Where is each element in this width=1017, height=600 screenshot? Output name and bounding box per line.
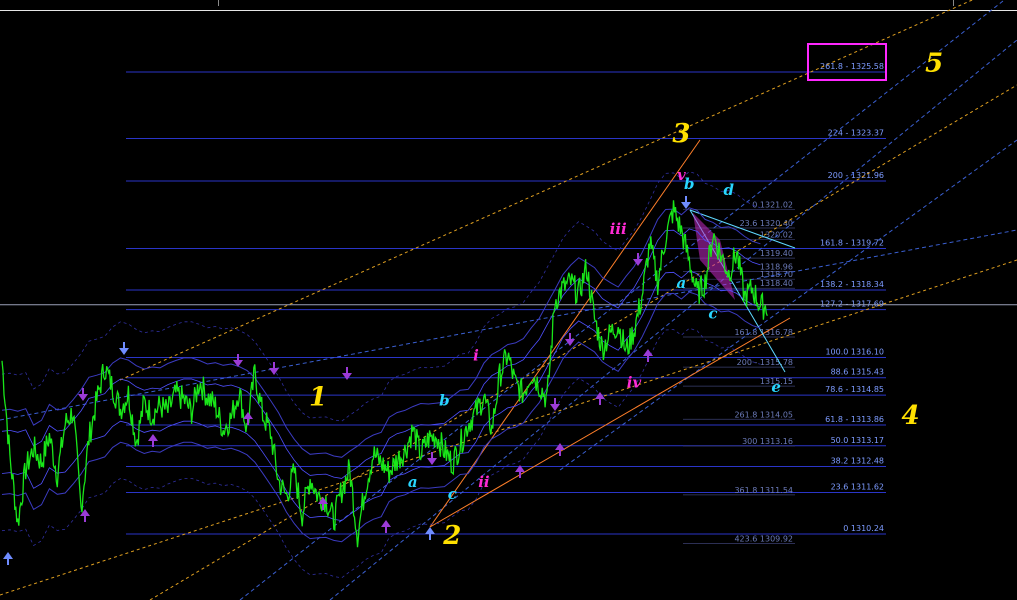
wave-label-cyan: a [408, 473, 418, 491]
fib-inner-label: 200 - 1315.78 [737, 358, 793, 367]
channel-dashed-orange [0, 259, 1017, 596]
wave-label-major: 1 [309, 383, 327, 413]
fib-inner-label: 300 1313.16 [742, 437, 793, 446]
arrow-head [78, 394, 88, 401]
fib-level-label: 38.2 1312.48 [831, 457, 884, 466]
wave-label-magenta: i [473, 347, 479, 365]
wave-label-cyan: d [724, 181, 735, 199]
fib-inner-label: 423.6 1309.92 [734, 535, 793, 544]
envelope-band [1, 270, 761, 522]
fib-level-label: 261.8 - 1325.58 [820, 62, 884, 71]
fib-level-label: 23.6 1311.62 [831, 482, 884, 491]
wave-label-major: 3 [672, 119, 690, 149]
fractal-up-arrow [595, 392, 605, 405]
wave-label-major: 2 [442, 521, 461, 551]
arrow-head [233, 360, 243, 367]
arrow-head [381, 520, 391, 527]
fractal-up-arrow [381, 520, 391, 533]
arrow-head [550, 404, 560, 411]
wave-label-magenta: iii [610, 220, 627, 238]
wave-label-cyan: c [708, 304, 717, 322]
arrow-head [342, 373, 352, 380]
fib-level-label: 200 - 1321.96 [828, 171, 884, 180]
fib-level-label: 100.0 1316.10 [825, 348, 884, 357]
wave-label-cyan: a [677, 274, 687, 292]
fib-level-label: 50.0 1313.17 [831, 436, 884, 445]
channel-orange-upper [429, 139, 701, 528]
fib-inner-label: 0 1321.02 [752, 200, 793, 209]
wave-label-magenta: iv [627, 374, 642, 392]
envelope-band [1, 291, 761, 543]
envelope-bands [1, 171, 761, 579]
elliott-wave-chart[interactable]: 261.8 - 1325.58 224 - 1323.37 200 - 1321.9… [0, 0, 1017, 600]
fractal-down-arrow [633, 253, 643, 266]
fractal-down-arrow [550, 398, 560, 411]
fib-inner-label: 361.8 1311.54 [734, 486, 793, 495]
fractal-down-arrow [681, 196, 691, 209]
fib-level-label: 224 - 1323.37 [828, 129, 884, 138]
fractal-up-arrow [643, 349, 653, 362]
fib-inner-label: 1319.40 [760, 249, 793, 258]
arrow-head [243, 412, 253, 419]
arrow-head [565, 339, 575, 346]
fib-inner-label: 261.8 1314.05 [734, 410, 793, 419]
wave-label-major: 5 [925, 48, 943, 78]
envelope-band [1, 207, 761, 458]
fractal-up-arrow [3, 552, 13, 565]
fib-level-label: 78.6 - 1314.85 [825, 385, 884, 394]
envelope-band [1, 171, 761, 422]
wave-label-magenta: ii [478, 473, 490, 491]
fib-inner-label: 23.6 1320.40 [740, 219, 793, 228]
fibonacci-levels: 261.8 - 1325.58 224 - 1323.37 200 - 1321.9… [0, 62, 1017, 544]
arrow-head [269, 368, 279, 375]
fib-inner-label: 1318.40 [760, 279, 793, 288]
fractal-arrows [3, 196, 691, 565]
arrow-head [643, 349, 653, 356]
arrow-head [119, 348, 129, 355]
fib-level-label: 138.2 - 1318.34 [820, 280, 884, 289]
fib-level-label: 61.8 - 1313.86 [825, 415, 884, 424]
wave-label-cyan: b [439, 392, 450, 410]
fractal-up-arrow [148, 434, 158, 447]
fib-level-label: 88.6 1315.43 [831, 368, 884, 377]
arrow-head [427, 458, 437, 465]
fractal-up-arrow [425, 527, 435, 540]
arrow-head [555, 443, 565, 450]
channel-dashed-orange [149, 84, 1017, 600]
wave-label-cyan: b [684, 175, 695, 193]
channel-dashed-orange [119, 0, 974, 381]
wave-label-cyan: e [771, 378, 781, 396]
channel-orange-lower [429, 317, 791, 528]
arrow-head [148, 434, 158, 441]
fib-inner-label: 1318.70 [760, 270, 793, 279]
fib-level-label: 0 1310.24 [843, 524, 884, 533]
arrow-head [425, 527, 435, 534]
wave-label-major: 4 [901, 401, 919, 431]
wave-label-cyan: c [448, 485, 457, 503]
fractal-down-arrow [78, 388, 88, 401]
fractal-down-arrow [119, 342, 129, 355]
arrow-head [3, 552, 13, 559]
